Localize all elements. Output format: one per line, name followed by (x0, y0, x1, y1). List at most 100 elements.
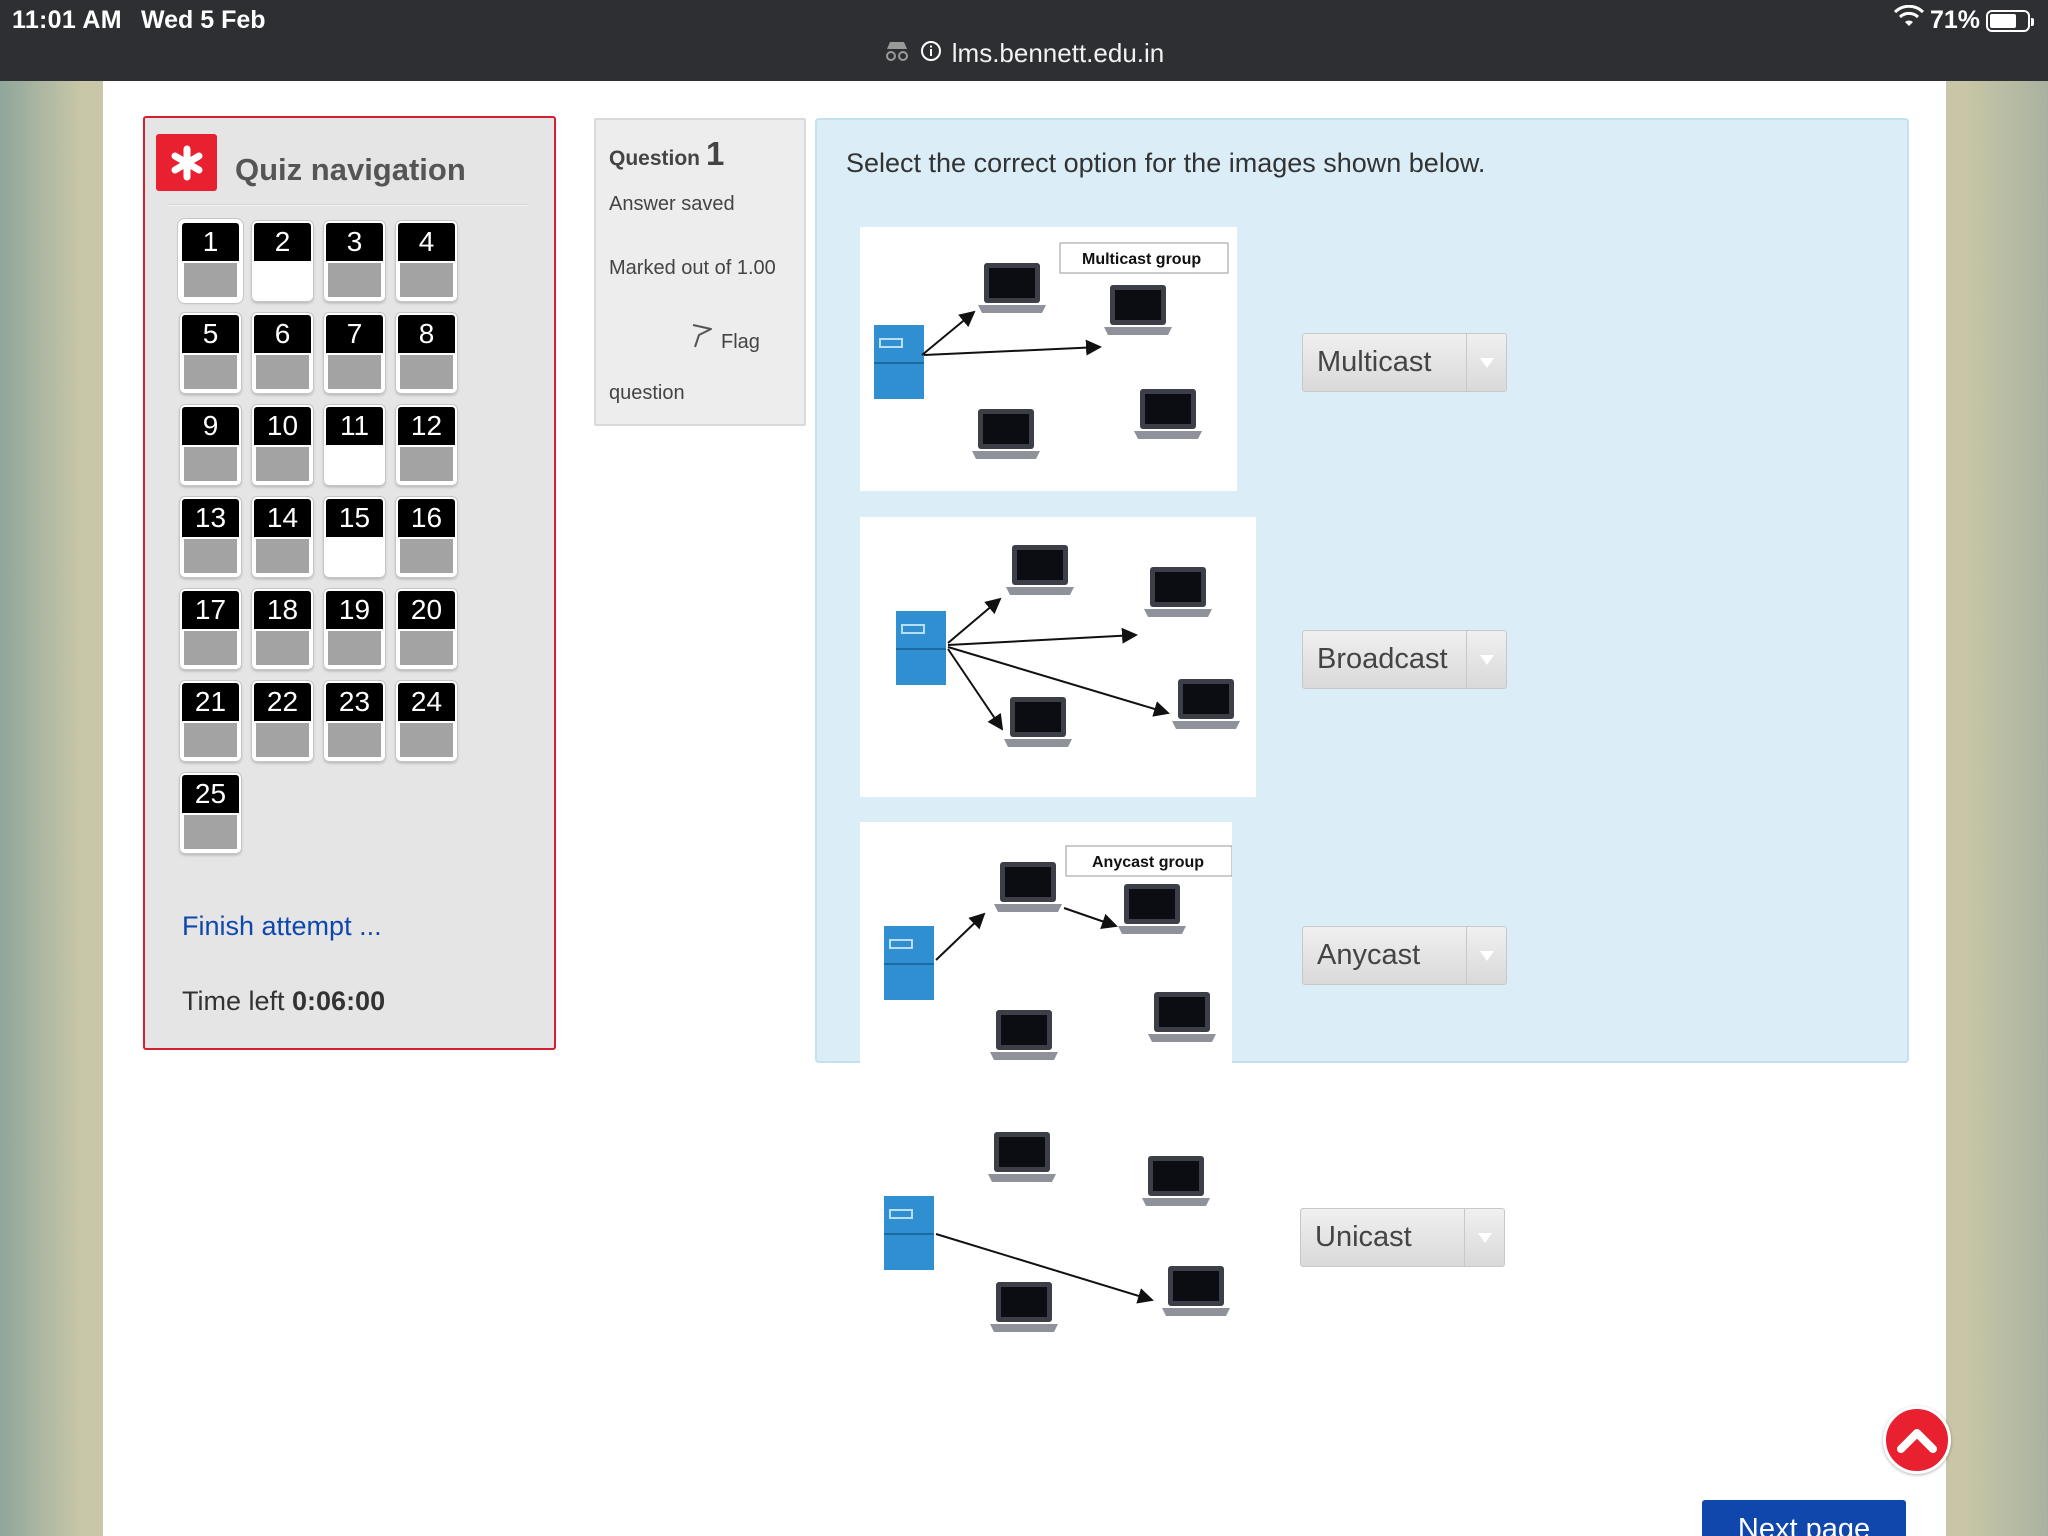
question-nav-number: 8 (398, 315, 455, 353)
question-nav-state (256, 355, 309, 389)
question-nav-button[interactable]: 12 (396, 405, 457, 485)
question-nav-number: 18 (254, 591, 311, 629)
finish-attempt-link[interactable]: Finish attempt ... (182, 911, 382, 942)
question-nav-button[interactable]: 6 (252, 313, 313, 393)
question-nav-number: 19 (326, 591, 383, 629)
question-nav-button[interactable]: 4 (396, 221, 457, 301)
url-text: lms.bennett.edu.in (951, 38, 1165, 68)
question-nav-button[interactable]: 16 (396, 497, 457, 577)
question-nav-state (400, 355, 453, 389)
question-nav-state (400, 539, 453, 573)
question-nav-button[interactable]: 25 (180, 773, 241, 853)
time-left-label: Time left (182, 986, 285, 1016)
question-nav-state (184, 539, 237, 573)
question-state: Answer saved (609, 193, 735, 215)
time-left-value: 0:06:00 (292, 986, 386, 1016)
question-nav-button[interactable]: 23 (324, 681, 385, 761)
chevron-down-icon (1466, 631, 1506, 688)
question-nav-button[interactable]: 22 (252, 681, 313, 761)
scroll-to-top-button[interactable] (1883, 1406, 1951, 1474)
question-nav-button[interactable]: 15 (324, 497, 385, 577)
question-number-heading: Question 1 (609, 135, 724, 173)
question-nav-button[interactable]: 18 (252, 589, 313, 669)
question-nav-number: 6 (254, 315, 311, 353)
question-nav-state (328, 355, 381, 389)
question-nav-state (400, 631, 453, 665)
status-date: Wed 5 Feb (141, 6, 266, 34)
question-text: Select the correct option for the images… (846, 148, 1486, 178)
question-nav-number: 24 (398, 683, 455, 721)
question-nav-button[interactable]: 11 (324, 405, 385, 485)
url-bar[interactable]: lms.bennett.edu.in (0, 38, 2048, 69)
divider (167, 204, 529, 206)
question-nav-button[interactable]: 3 (324, 221, 385, 301)
select-value: Broadcast (1317, 643, 1448, 675)
network-image-multicast: Multicast group (860, 227, 1237, 491)
time-left: Time left 0:06:00 (182, 986, 385, 1017)
question-nav-button[interactable]: 14 (252, 497, 313, 577)
network-image-broadcast (860, 517, 1256, 797)
page-content: Quiz navigation 1 2 3 4 5 6 7 8 9 10 11 12 13 14 15 16 1… (103, 81, 1946, 1536)
answer-select-1[interactable]: Multicast (1302, 333, 1507, 392)
question-nav-button[interactable]: 9 (180, 405, 241, 485)
question-nav-button[interactable]: 8 (396, 313, 457, 393)
question-nav-number: 10 (254, 407, 311, 445)
network-image-unicast (858, 1106, 1250, 1366)
question-nav-state (328, 447, 381, 481)
question-nav-number: 23 (326, 683, 383, 721)
question-nav-state (256, 723, 309, 757)
chevron-down-icon (1466, 927, 1506, 984)
question-nav-state (400, 263, 453, 297)
question-nav-number: 15 (326, 499, 383, 537)
next-page-button[interactable]: Next page (1702, 1500, 1906, 1536)
answer-select-4[interactable]: Unicast (1300, 1208, 1505, 1267)
question-nav-button[interactable]: 1 (180, 221, 241, 301)
browser-top-bar: 11:01 AM Wed 5 Feb 71% lms.bennett.edu.i… (0, 0, 2048, 81)
flag-question-button[interactable]: Flag question (609, 317, 789, 418)
question-nav-button[interactable]: 20 (396, 589, 457, 669)
question-info: Question 1 Answer saved Marked out of 1.0… (594, 118, 806, 426)
question-nav-state (328, 631, 381, 665)
question-nav-number: 11 (326, 407, 383, 445)
question-nav-state (184, 355, 237, 389)
battery-icon (1986, 9, 2034, 32)
question-nav-state (184, 631, 237, 665)
question-nav-button[interactable]: 13 (180, 497, 241, 577)
network-image-anycast: Anycast group (860, 822, 1233, 1082)
question-nav-state (328, 723, 381, 757)
question-nav-number: 1 (182, 223, 239, 261)
question-nav-button[interactable]: 24 (396, 681, 457, 761)
incognito-icon (884, 38, 910, 69)
question-nav-state (184, 723, 237, 757)
question-nav-button[interactable]: 2 (252, 221, 313, 301)
question-nav-button[interactable]: 10 (252, 405, 313, 485)
status-time: 11:01 AM (12, 6, 122, 34)
flag-icon (689, 318, 715, 368)
question-nav-button[interactable]: 7 (324, 313, 385, 393)
image-caption: Multicast group (1082, 251, 1201, 268)
chevron-down-icon (1466, 334, 1506, 391)
answer-select-3[interactable]: Anycast (1302, 926, 1507, 985)
question-nav-number: 4 (398, 223, 455, 261)
question-nav-number: 12 (398, 407, 455, 445)
question-nav-state (184, 447, 237, 481)
question-nav-number: 22 (254, 683, 311, 721)
question-nav-button[interactable]: 5 (180, 313, 241, 393)
question-nav-number: 13 (182, 499, 239, 537)
select-value: Anycast (1317, 939, 1421, 971)
question-content: Select the correct option for the images… (815, 118, 1909, 1082)
flag-label: Flag question (609, 331, 760, 404)
question-nav-number: 16 (398, 499, 455, 537)
question-nav-button[interactable]: 17 (180, 589, 241, 669)
info-icon[interactable] (920, 38, 942, 69)
question-nav-button[interactable]: 19 (324, 589, 385, 669)
question-grade: Marked out of 1.00 (609, 257, 776, 279)
question-nav-state (256, 539, 309, 573)
question-nav-number: 3 (326, 223, 383, 261)
question-nav-button[interactable]: 21 (180, 681, 241, 761)
select-value: Multicast (1317, 346, 1432, 378)
answer-select-2[interactable]: Broadcast (1302, 630, 1507, 689)
question-nav-state (328, 263, 381, 297)
question-nav-number: 9 (182, 407, 239, 445)
quiz-nav-title: Quiz navigation (235, 152, 466, 187)
